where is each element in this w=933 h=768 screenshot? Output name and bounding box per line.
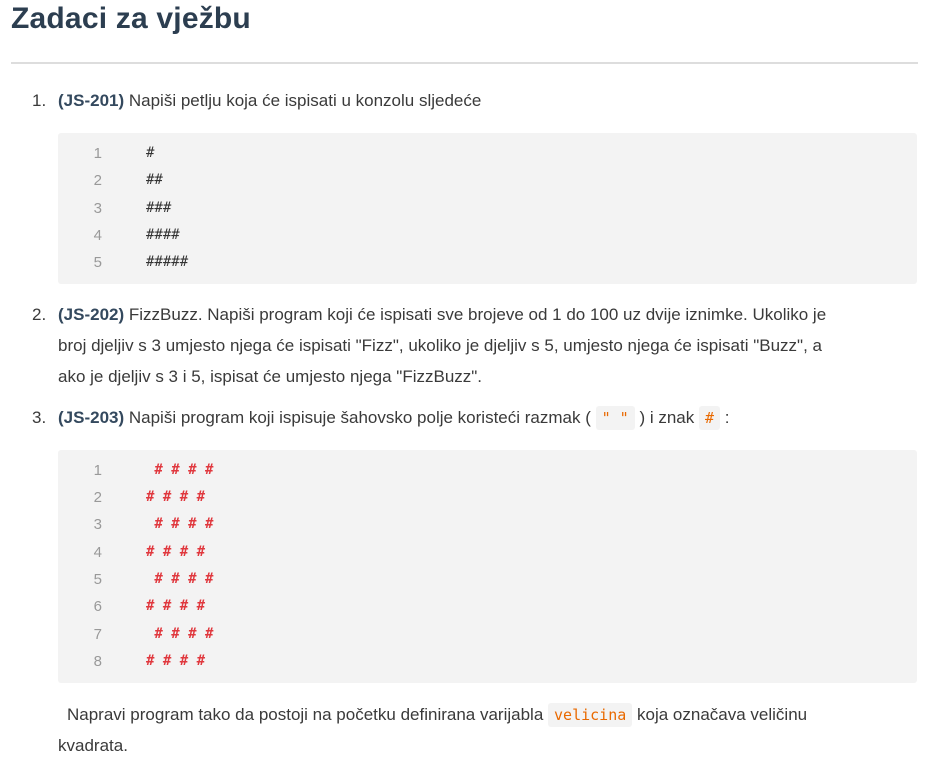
task-number: 1. bbox=[32, 91, 47, 110]
code-text: # # # # bbox=[146, 544, 206, 560]
code-text: # # # # bbox=[146, 598, 206, 614]
line-number: 4 bbox=[93, 544, 102, 561]
task-description: Napiši petlju koja će ispisati u konzolu… bbox=[124, 91, 482, 110]
code-text: # # # # bbox=[146, 626, 214, 642]
code-line: 5 # # # # bbox=[58, 566, 917, 593]
code-text: # bbox=[146, 145, 155, 161]
code-text: ### bbox=[146, 200, 172, 216]
code-line: 3 # # # # bbox=[58, 511, 917, 538]
code-text: ## bbox=[146, 172, 163, 188]
line-number: 5 bbox=[93, 254, 102, 271]
code-text: ##### bbox=[146, 254, 189, 270]
line-number: 4 bbox=[93, 227, 102, 244]
task-code: (JS-201) bbox=[58, 91, 125, 110]
task-text: (JS-203) Napiši program koji ispisuje ša… bbox=[58, 403, 918, 433]
line-number: 8 bbox=[93, 653, 102, 670]
note-text: Napravi program tako da postoji na počet… bbox=[67, 705, 544, 724]
divider bbox=[11, 62, 918, 64]
code-text: # # # # bbox=[146, 653, 206, 669]
page: Zadaci za vježbu 1. (JS-201) Napiši petl… bbox=[0, 0, 933, 768]
inline-code-variable: velicina bbox=[548, 703, 633, 727]
page-title: Zadaci za vježbu bbox=[11, 2, 251, 35]
code-line: 8 # # # # bbox=[58, 648, 917, 675]
task-code: (JS-203) bbox=[58, 408, 125, 427]
task-description-line: broj djeljiv s 3 umjesto njega će ispisa… bbox=[58, 336, 822, 355]
task-description: ) i znak bbox=[639, 408, 695, 427]
code-block: 1 # # # # 2 # # # # 3 # # # # 4 # # # # 5 … bbox=[58, 450, 917, 683]
task-description: Napiši program koji ispisuje šahovsko po… bbox=[124, 408, 591, 427]
note-text: koja označava veličinu bbox=[637, 705, 808, 724]
inline-code-space: " " bbox=[595, 406, 635, 430]
note-line: kvadrata. bbox=[58, 736, 128, 755]
task-description: : bbox=[724, 408, 730, 427]
inline-code-hash: # bbox=[698, 406, 720, 430]
code-line: 3 ### bbox=[58, 195, 917, 222]
line-number: 6 bbox=[93, 598, 102, 615]
code-line: 2 # # # # bbox=[58, 484, 917, 511]
code-line: 5 ##### bbox=[58, 249, 917, 276]
task-description-line: FizzBuzz. Napiši program koji će ispisat… bbox=[124, 305, 827, 324]
line-number: 3 bbox=[93, 200, 102, 217]
task-description-line: ako je djeljiv s 3 i 5, ispisat će umjes… bbox=[58, 367, 483, 386]
code-line: 4 #### bbox=[58, 222, 917, 249]
code-text: # # # # bbox=[146, 571, 214, 587]
code-block: 1 # 2 ## 3 ### 4 #### 5 ##### bbox=[58, 133, 917, 284]
note-line: Napravi program tako da postoji na počet… bbox=[67, 700, 927, 730]
code-line: 1 # # # # bbox=[58, 457, 917, 484]
line-number: 3 bbox=[93, 516, 102, 533]
code-text: #### bbox=[146, 227, 180, 243]
line-number: 2 bbox=[93, 489, 102, 506]
line-number: 5 bbox=[93, 571, 102, 588]
task-number: 3. bbox=[32, 408, 47, 427]
code-line: 4 # # # # bbox=[58, 539, 917, 566]
task-text: (JS-201) Napiši petlju koja će ispisati … bbox=[58, 86, 918, 116]
task-code: (JS-202) bbox=[58, 305, 125, 324]
line-number: 7 bbox=[93, 626, 102, 643]
line-number: 1 bbox=[93, 462, 102, 479]
code-text: # # # # bbox=[146, 489, 206, 505]
code-line: 2 ## bbox=[58, 167, 917, 194]
line-number: 2 bbox=[93, 172, 102, 189]
task-text: (JS-202) FizzBuzz. Napiši program koji ć… bbox=[58, 300, 918, 330]
code-text: # # # # bbox=[146, 462, 214, 478]
code-line: 1 # bbox=[58, 140, 917, 167]
code-text: # # # # bbox=[146, 516, 214, 532]
code-line: 6 # # # # bbox=[58, 593, 917, 620]
line-number: 1 bbox=[93, 145, 102, 162]
task-number: 2. bbox=[32, 305, 47, 324]
code-line: 7 # # # # bbox=[58, 621, 917, 648]
